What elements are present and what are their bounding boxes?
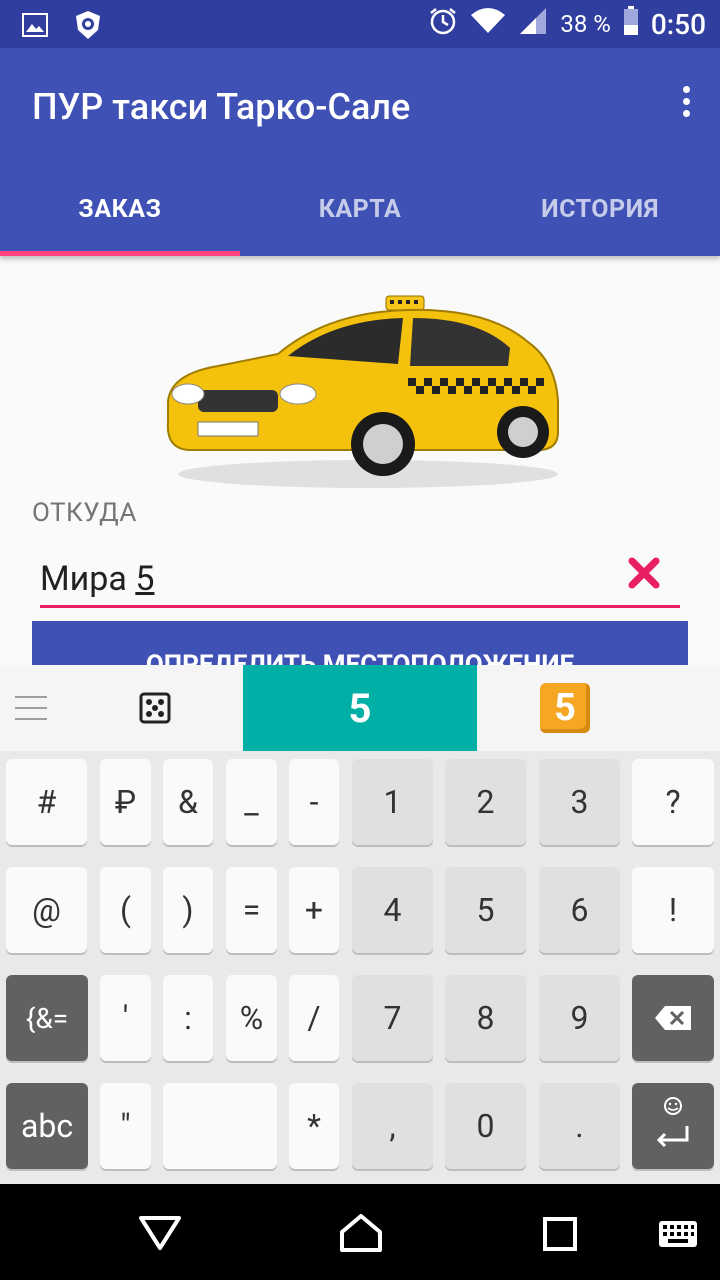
key-hash[interactable]: # <box>6 759 87 845</box>
key-8[interactable]: 8 <box>445 975 526 1061</box>
key-space[interactable] <box>163 1083 277 1169</box>
battery-icon <box>623 6 639 42</box>
key-asterisk[interactable]: * <box>289 1083 339 1169</box>
keyboard: # ₽ & _ - 1 2 3 ? @ ( ) = + 4 5 6 ! {&= … <box>0 751 720 1184</box>
battery-text: 38 % <box>560 10 611 38</box>
clock: 0:50 <box>650 7 706 41</box>
key-comma[interactable]: , <box>352 1083 433 1169</box>
back-nav-icon[interactable] <box>138 1214 182 1256</box>
key-2[interactable]: 2 <box>445 759 526 845</box>
address-input[interactable]: Мира 5 <box>40 555 680 608</box>
from-label: ОТКУДА <box>32 498 137 528</box>
key-4[interactable]: 4 <box>352 867 433 953</box>
recents-nav-icon[interactable] <box>542 1216 578 1256</box>
image-icon <box>22 13 48 41</box>
tab-order[interactable]: ЗАКАЗ <box>0 182 240 256</box>
key-question[interactable]: ? <box>632 759 714 845</box>
tab-history[interactable]: ИСТОРИЯ <box>480 182 720 256</box>
key-paren-open[interactable]: ( <box>100 867 151 953</box>
key-slash[interactable]: / <box>289 975 339 1061</box>
key-apostrophe[interactable]: ' <box>100 975 151 1061</box>
key-at[interactable]: @ <box>6 867 87 953</box>
backspace-icon <box>655 1006 691 1030</box>
key-0[interactable]: 0 <box>445 1083 526 1169</box>
suggestion-word[interactable]: 5 <box>243 665 477 751</box>
key-symbols-toggle[interactable]: {&= <box>6 975 88 1061</box>
home-nav-icon[interactable] <box>338 1212 384 1258</box>
key-equals[interactable]: = <box>226 867 277 953</box>
overflow-menu-icon[interactable] <box>680 86 692 126</box>
key-plus[interactable]: + <box>289 867 339 953</box>
emoji-5-icon[interactable]: 5 <box>530 665 600 751</box>
key-ruble[interactable]: ₽ <box>100 759 151 845</box>
taxi-car-image <box>158 282 568 492</box>
key-1[interactable]: 1 <box>352 759 433 845</box>
key-abc[interactable]: abc <box>6 1083 88 1169</box>
key-6[interactable]: 6 <box>539 867 620 953</box>
key-colon[interactable]: : <box>163 975 213 1061</box>
key-underscore[interactable]: _ <box>226 759 277 845</box>
key-period[interactable]: . <box>539 1083 620 1169</box>
backspace-key[interactable] <box>632 975 714 1061</box>
tab-indicator <box>0 251 240 256</box>
key-percent[interactable]: % <box>226 975 277 1061</box>
shield-icon <box>74 10 102 44</box>
wifi-icon <box>470 7 506 41</box>
app-title: ПУР такси Тарко-Сале <box>32 86 411 128</box>
address-number: 5 <box>135 559 155 599</box>
status-bar: 38 % 0:50 <box>0 0 720 48</box>
emoji-5-label: 5 <box>540 683 590 733</box>
key-9[interactable]: 9 <box>539 975 620 1061</box>
signal-icon <box>518 6 548 42</box>
keyboard-suggestion-bar: 5 5 <box>0 665 720 751</box>
enter-key[interactable] <box>632 1083 714 1169</box>
key-ampersand[interactable]: & <box>163 759 213 845</box>
menu-lines-icon[interactable] <box>0 665 62 751</box>
tab-bar: ЗАКАЗ КАРТА ИСТОРИЯ <box>0 182 720 256</box>
key-paren-close[interactable]: ) <box>163 867 213 953</box>
key-quote[interactable]: " <box>100 1083 151 1169</box>
key-7[interactable]: 7 <box>352 975 433 1061</box>
key-exclamation[interactable]: ! <box>632 867 714 953</box>
key-5[interactable]: 5 <box>445 867 526 953</box>
tab-map[interactable]: КАРТА <box>240 182 480 256</box>
app-bar: ПУР такси Тарко-Сале ЗАКАЗ КАРТА ИСТОРИЯ <box>0 48 720 256</box>
navigation-bar <box>0 1184 720 1280</box>
key-3[interactable]: 3 <box>539 759 620 845</box>
dice-icon[interactable] <box>120 665 190 751</box>
clear-icon[interactable] <box>626 555 662 591</box>
address-text: Мира <box>40 559 136 599</box>
keyboard-icon[interactable] <box>658 1220 698 1252</box>
enter-icon <box>656 1097 689 1148</box>
key-minus[interactable]: - <box>289 759 339 845</box>
alarm-icon <box>428 6 458 42</box>
